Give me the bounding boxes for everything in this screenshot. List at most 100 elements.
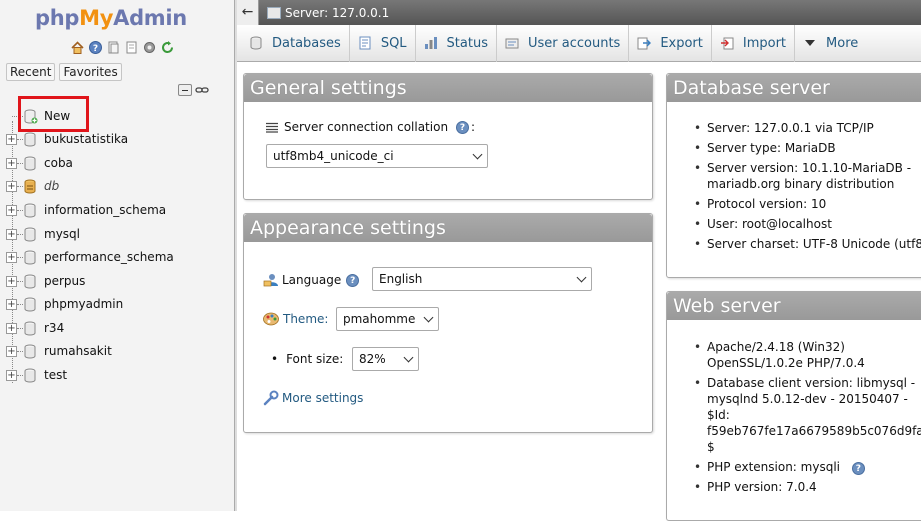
database-icon[interactable] xyxy=(24,132,36,147)
database-label[interactable]: coba xyxy=(44,156,73,170)
database-item-coba[interactable]: + coba xyxy=(0,152,234,175)
expand-icon[interactable]: + xyxy=(6,370,17,381)
recent-tab[interactable]: Recent xyxy=(6,63,56,81)
database-icon[interactable] xyxy=(24,297,36,312)
database-item-information_schema[interactable]: + information_schema xyxy=(0,199,234,222)
language-help-icon[interactable]: ? xyxy=(346,273,360,287)
database-label[interactable]: rumahsakit xyxy=(44,344,112,358)
database-item-r34[interactable]: + r34 xyxy=(0,317,234,340)
recent-favorites-tabs: Recent Favorites xyxy=(6,63,122,81)
expand-icon[interactable]: + xyxy=(6,205,17,216)
logo-my: My xyxy=(79,6,114,30)
tree-branch xyxy=(17,163,23,164)
web-server-info-list: Apache/2.4.18 (Win32) OpenSSL/1.0.2e PHP… xyxy=(667,339,921,495)
expand-icon[interactable]: + xyxy=(6,134,17,145)
tab-sql[interactable]: SQL xyxy=(350,24,416,62)
phpmyadmin-logo[interactable]: phpMyAdmin xyxy=(35,6,187,30)
database-label[interactable]: perpus xyxy=(44,274,85,288)
database-label[interactable]: bukustatistika xyxy=(44,132,128,146)
collation-row: Server connection collation ? : xyxy=(266,120,475,134)
database-label[interactable]: r34 xyxy=(44,321,64,335)
database-item-phpmyadmin[interactable]: + phpmyadmin xyxy=(0,293,234,316)
user-accounts-icon xyxy=(505,36,519,50)
expand-icon[interactable]: + xyxy=(6,323,17,334)
protocol-version-item: Protocol version: 10 xyxy=(667,196,921,212)
expand-icon[interactable]: + xyxy=(6,181,17,192)
server-breadcrumb-bar: ← Server: 127.0.0.1 xyxy=(237,0,921,25)
tab-more[interactable]: More xyxy=(795,25,866,62)
collation-select[interactable]: utf8mb4_unicode_ci xyxy=(266,144,488,168)
settings-gear-icon[interactable] xyxy=(142,40,157,55)
expand-icon[interactable]: + xyxy=(6,276,17,287)
expand-icon[interactable]: + xyxy=(6,229,17,240)
collation-select-value: utf8mb4_unicode_ci xyxy=(273,149,394,163)
database-server-panel: Database server Server: 127.0.0.1 via TC… xyxy=(666,73,921,278)
theme-link[interactable]: Theme: xyxy=(283,312,328,326)
tree-branch xyxy=(17,328,23,329)
database-icon[interactable] xyxy=(24,203,36,218)
tab-sql-label: SQL xyxy=(380,35,407,51)
favorites-tab[interactable]: Favorites xyxy=(59,63,122,81)
tab-databases[interactable]: Databases xyxy=(241,24,350,62)
db-client-line2: mysqlnd 5.0.12-dev - 20150407 - xyxy=(707,392,908,406)
server-breadcrumb[interactable]: Server: 127.0.0.1 xyxy=(267,6,389,20)
server-version-line1: Server version: 10.1.10-MariaDB - xyxy=(707,161,912,175)
collation-help-icon[interactable]: ? xyxy=(456,120,470,134)
tab-status[interactable]: Status xyxy=(416,24,497,62)
database-label[interactable]: phpmyadmin xyxy=(44,297,123,311)
reload-icon[interactable] xyxy=(160,40,175,55)
database-server-title: Database server xyxy=(667,74,921,102)
database-item-performance_schema[interactable]: + performance_schema xyxy=(0,246,234,269)
database-locked-icon[interactable] xyxy=(24,179,36,194)
database-label[interactable]: information_schema xyxy=(44,203,166,217)
sql-docs-icon[interactable] xyxy=(124,40,139,55)
collapse-nav-button[interactable]: ← xyxy=(237,0,259,25)
server-version-line2: mariadb.org binary distribution xyxy=(707,177,895,191)
database-label[interactable]: performance_schema xyxy=(44,250,174,264)
help-icon[interactable]: ? xyxy=(88,40,103,55)
expand-icon[interactable]: + xyxy=(6,158,17,169)
database-icon[interactable] xyxy=(24,274,36,289)
database-item-perpus[interactable]: + perpus xyxy=(0,270,234,293)
nav-resizer[interactable] xyxy=(235,0,237,511)
tab-export[interactable]: Export xyxy=(629,24,712,62)
expand-icon[interactable]: + xyxy=(6,252,17,263)
database-icon[interactable] xyxy=(24,250,36,265)
tree-branch xyxy=(17,139,23,140)
new-highlight-box xyxy=(18,96,89,132)
tree-branch xyxy=(17,210,23,211)
database-server-info-list: Server: 127.0.0.1 via TCP/IP Server type… xyxy=(667,120,921,252)
link-with-main-icon[interactable] xyxy=(195,84,209,96)
database-icon[interactable] xyxy=(24,321,36,336)
theme-select[interactable]: pmahomme xyxy=(336,307,439,331)
navigation-panel: phpMyAdmin ? Recent Favorites New + buku… xyxy=(0,0,235,511)
database-icon[interactable] xyxy=(24,156,36,171)
tab-user-accounts[interactable]: User accounts xyxy=(497,24,630,62)
database-item-test[interactable]: + test xyxy=(0,364,234,387)
documentation-icon[interactable] xyxy=(106,40,121,55)
font-size-select-value: 82% xyxy=(359,352,386,366)
database-label[interactable]: db xyxy=(44,179,59,193)
language-select-value: English xyxy=(379,272,423,286)
expand-icon[interactable]: + xyxy=(6,299,17,310)
database-item-db[interactable]: + db xyxy=(0,175,234,198)
theme-palette-icon xyxy=(263,312,279,326)
tab-import[interactable]: Import xyxy=(712,24,796,62)
database-item-rumahsakit[interactable]: + rumahsakit xyxy=(0,340,234,363)
language-select[interactable]: English xyxy=(372,267,592,291)
database-icon[interactable] xyxy=(24,368,36,383)
collapse-all-icon[interactable] xyxy=(178,84,192,96)
database-icon[interactable] xyxy=(24,344,36,359)
font-size-label: Font size: xyxy=(286,352,344,366)
database-icon[interactable] xyxy=(24,227,36,242)
db-client-line5: $ xyxy=(707,440,715,454)
php-extension-help-icon[interactable]: ? xyxy=(851,462,865,475)
font-size-select[interactable]: 82% xyxy=(352,347,419,371)
database-label[interactable]: test xyxy=(44,368,67,382)
database-label[interactable]: mysql xyxy=(44,227,80,241)
nav-icon-bar: ? xyxy=(70,40,175,55)
expand-icon[interactable]: + xyxy=(6,346,17,357)
more-settings-link[interactable]: More settings xyxy=(282,391,363,405)
database-item-mysql[interactable]: + mysql xyxy=(0,223,234,246)
home-icon[interactable] xyxy=(70,40,85,55)
